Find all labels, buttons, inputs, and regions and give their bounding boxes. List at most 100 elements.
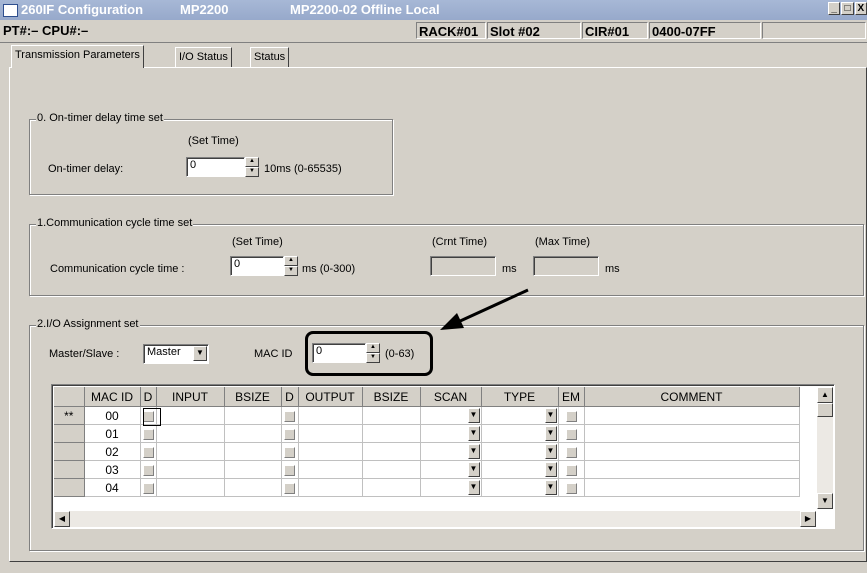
column-header-em[interactable]: EM bbox=[558, 387, 585, 407]
grid-horizontal-scrollbar[interactable]: ◀ ▶ bbox=[54, 511, 816, 527]
column-header-input-bsize[interactable]: BSIZE bbox=[224, 387, 282, 407]
table-row[interactable]: ** 00 ▼ ▼ bbox=[54, 406, 800, 425]
column-header-type[interactable]: TYPE bbox=[481, 387, 559, 407]
output-bsize-cell[interactable] bbox=[362, 406, 421, 425]
table-row[interactable]: 04 ▼ ▼ bbox=[54, 478, 800, 497]
column-header-scan[interactable]: SCAN bbox=[420, 387, 482, 407]
mac-id-cell[interactable]: 04 bbox=[84, 478, 141, 497]
output-bsize-cell[interactable] bbox=[362, 442, 421, 461]
tab-transmission-parameters[interactable]: Transmission Parameters bbox=[11, 45, 144, 68]
output-d-cell[interactable] bbox=[281, 424, 299, 443]
output-d-checkbox[interactable] bbox=[284, 482, 295, 494]
table-row[interactable]: 02 ▼ ▼ bbox=[54, 442, 800, 461]
scroll-right-icon[interactable]: ▶ bbox=[800, 511, 816, 527]
input-bsize-cell[interactable] bbox=[224, 442, 282, 461]
em-cell[interactable] bbox=[558, 460, 585, 479]
column-header-input-d[interactable]: D bbox=[140, 387, 157, 407]
scan-cell[interactable]: ▼ bbox=[420, 442, 482, 461]
em-checkbox[interactable] bbox=[565, 446, 577, 458]
input-cell[interactable] bbox=[156, 424, 225, 443]
chevron-down-icon[interactable]: ▼ bbox=[544, 426, 557, 441]
scroll-up-icon[interactable]: ▲ bbox=[817, 387, 833, 403]
scan-cell[interactable]: ▼ bbox=[420, 424, 482, 443]
mac-id-cell[interactable]: 03 bbox=[84, 460, 141, 479]
table-row[interactable]: 03 ▼ ▼ bbox=[54, 460, 800, 479]
input-d-checkbox[interactable] bbox=[142, 482, 154, 494]
mac-id-cell[interactable]: 01 bbox=[84, 424, 141, 443]
mac-id-cell[interactable]: 00 bbox=[84, 406, 141, 425]
input-d-checkbox[interactable] bbox=[142, 428, 154, 440]
em-cell[interactable] bbox=[558, 478, 585, 497]
output-bsize-cell[interactable] bbox=[362, 478, 421, 497]
output-cell[interactable] bbox=[298, 406, 363, 425]
chevron-down-icon[interactable]: ▼ bbox=[467, 408, 480, 423]
column-header-output-d[interactable]: D bbox=[281, 387, 299, 407]
chevron-down-icon[interactable]: ▼ bbox=[544, 462, 557, 477]
input-cell[interactable] bbox=[156, 478, 225, 497]
input-d-checkbox[interactable] bbox=[142, 464, 154, 476]
scroll-thumb[interactable] bbox=[817, 403, 833, 417]
comment-cell[interactable] bbox=[584, 460, 800, 479]
scan-cell[interactable]: ▼ bbox=[420, 406, 482, 425]
table-row[interactable]: 01 ▼ ▼ bbox=[54, 424, 800, 443]
column-header-comment[interactable]: COMMENT bbox=[584, 387, 800, 407]
input-bsize-cell[interactable] bbox=[224, 406, 282, 425]
scroll-down-icon[interactable]: ▼ bbox=[817, 493, 833, 509]
grid-vertical-scrollbar[interactable]: ▲ ▼ bbox=[817, 387, 833, 509]
em-cell[interactable] bbox=[558, 424, 585, 443]
em-checkbox[interactable] bbox=[565, 428, 577, 440]
input-d-cell[interactable] bbox=[140, 424, 157, 443]
output-d-checkbox[interactable] bbox=[284, 410, 295, 422]
input-bsize-cell[interactable] bbox=[224, 478, 282, 497]
output-d-cell[interactable] bbox=[281, 406, 299, 425]
input-d-cell[interactable] bbox=[140, 460, 157, 479]
input-cell[interactable] bbox=[156, 442, 225, 461]
mac-id-cell[interactable]: 02 bbox=[84, 442, 141, 461]
type-cell[interactable]: ▼ bbox=[481, 442, 559, 461]
comment-cell[interactable] bbox=[584, 478, 800, 497]
em-checkbox[interactable] bbox=[565, 410, 577, 422]
em-cell[interactable] bbox=[558, 442, 585, 461]
input-bsize-cell[interactable] bbox=[224, 460, 282, 479]
input-d-checkbox[interactable] bbox=[142, 446, 154, 458]
chevron-down-icon[interactable]: ▼ bbox=[467, 462, 480, 477]
output-cell[interactable] bbox=[298, 424, 363, 443]
io-assignment-grid[interactable]: MAC ID D INPUT BSIZE D OUTPUT BSIZE SCAN… bbox=[51, 384, 835, 529]
output-d-cell[interactable] bbox=[281, 460, 299, 479]
chevron-down-icon[interactable]: ▼ bbox=[544, 480, 557, 495]
input-cell[interactable] bbox=[156, 460, 225, 479]
comment-cell[interactable] bbox=[584, 442, 800, 461]
em-cell[interactable] bbox=[558, 406, 585, 425]
column-header-output-bsize[interactable]: BSIZE bbox=[362, 387, 421, 407]
scan-cell[interactable]: ▼ bbox=[420, 460, 482, 479]
comment-cell[interactable] bbox=[584, 424, 800, 443]
column-header-input[interactable]: INPUT bbox=[156, 387, 225, 407]
input-bsize-cell[interactable] bbox=[224, 424, 282, 443]
type-cell[interactable]: ▼ bbox=[481, 478, 559, 497]
input-d-cell[interactable] bbox=[140, 478, 157, 497]
output-cell[interactable] bbox=[298, 478, 363, 497]
type-cell[interactable]: ▼ bbox=[481, 406, 559, 425]
chevron-down-icon[interactable]: ▼ bbox=[544, 408, 557, 423]
input-cell[interactable] bbox=[156, 406, 225, 425]
type-cell[interactable]: ▼ bbox=[481, 460, 559, 479]
chevron-down-icon[interactable]: ▼ bbox=[467, 426, 480, 441]
output-bsize-cell[interactable] bbox=[362, 460, 421, 479]
output-d-cell[interactable] bbox=[281, 442, 299, 461]
input-d-cell[interactable] bbox=[140, 442, 157, 461]
comment-cell[interactable] bbox=[584, 406, 800, 425]
output-cell[interactable] bbox=[298, 460, 363, 479]
output-d-checkbox[interactable] bbox=[284, 428, 295, 440]
scan-cell[interactable]: ▼ bbox=[420, 478, 482, 497]
output-d-cell[interactable] bbox=[281, 478, 299, 497]
scroll-left-icon[interactable]: ◀ bbox=[54, 511, 70, 527]
chevron-down-icon[interactable]: ▼ bbox=[467, 444, 480, 459]
output-d-checkbox[interactable] bbox=[284, 464, 295, 476]
output-cell[interactable] bbox=[298, 442, 363, 461]
em-checkbox[interactable] bbox=[565, 464, 577, 476]
output-bsize-cell[interactable] bbox=[362, 424, 421, 443]
chevron-down-icon[interactable]: ▼ bbox=[467, 480, 480, 495]
column-header-mac-id[interactable]: MAC ID bbox=[84, 387, 141, 407]
em-checkbox[interactable] bbox=[565, 482, 577, 494]
type-cell[interactable]: ▼ bbox=[481, 424, 559, 443]
